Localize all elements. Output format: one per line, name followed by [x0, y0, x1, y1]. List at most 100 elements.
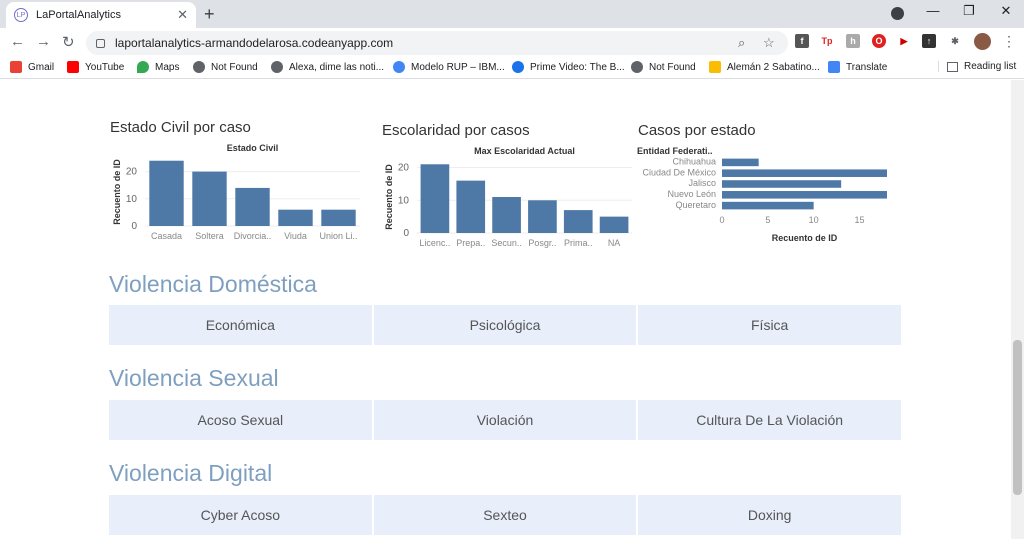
extension-upload-icon[interactable]: ↑	[922, 34, 936, 48]
card-cyber-acoso[interactable]: Cyber Acoso	[109, 495, 372, 535]
y-tick-label: 10	[126, 194, 138, 205]
x-tick-label: NA	[608, 238, 621, 248]
reading-list-button[interactable]: Reading list	[938, 61, 1016, 72]
y-tick-label: 0	[403, 228, 409, 239]
scrollbar-thumb[interactable]	[1013, 340, 1022, 495]
x-tick-label: Secun..	[491, 238, 522, 248]
section-cards-digital: Cyber Acoso Sexteo Doxing	[109, 495, 902, 535]
bookmark-maps[interactable]: Maps	[137, 61, 179, 73]
y-axis-label: Entidad Federati..	[637, 146, 713, 156]
bookmark-youtube[interactable]: YouTube	[67, 61, 124, 73]
bar-2[interactable]	[492, 197, 521, 233]
bookmark-label: Gmail	[28, 61, 55, 73]
bookmark-aleman[interactable]: Alemán 2 Sabatino...	[709, 61, 820, 73]
bar-3[interactable]	[722, 191, 887, 199]
bar-4[interactable]	[321, 209, 356, 226]
bookmark-translate[interactable]: Translate	[828, 61, 887, 73]
x-tick-label: Viuda	[284, 231, 307, 241]
zoom-icon[interactable]: ⌕	[738, 35, 745, 51]
bar-2[interactable]	[722, 180, 842, 188]
card-fisica[interactable]: Física	[638, 305, 902, 345]
bar-5[interactable]	[599, 216, 629, 233]
bar-3[interactable]	[528, 200, 557, 233]
close-tab-icon[interactable]: ✕	[177, 7, 188, 23]
category-label: Nuevo León	[667, 189, 716, 199]
chart-estado-civil: Estado Civil Recuento de ID 20 10 0 Casada Sol…	[112, 143, 360, 241]
back-icon[interactable]: ←	[10, 33, 25, 50]
extensions-puzzle-icon[interactable]: ✱	[948, 34, 962, 48]
bar-2[interactable]	[235, 187, 270, 226]
bookmark-not-found-1[interactable]: Not Found	[193, 61, 258, 73]
bookmark-star-icon[interactable]: ☆	[763, 35, 775, 51]
bar-3[interactable]	[278, 209, 313, 226]
chart-subtitle: Estado Civil	[227, 143, 279, 153]
category-label: Queretaro	[675, 200, 716, 210]
bookmark-modelo-rup[interactable]: Modelo RUP – IBM...	[393, 61, 505, 73]
x-tick-label: 5	[765, 215, 770, 225]
y-axis-label: Recuento de ID	[112, 159, 122, 225]
reading-list-label: Reading list	[964, 61, 1017, 72]
bar-0[interactable]	[722, 158, 759, 167]
y-tick-label: 20	[398, 163, 410, 174]
profile-avatar[interactable]	[974, 33, 991, 50]
card-psicologica[interactable]: Psicológica	[373, 305, 637, 345]
bookmark-prime-video[interactable]: Prime Video: The B...	[512, 61, 625, 73]
section-title-digital: Violencia Digital	[109, 460, 273, 486]
play-icon	[512, 61, 524, 73]
card-economica[interactable]: Económica	[109, 305, 372, 345]
x-tick-label: 10	[809, 215, 819, 225]
bar-4[interactable]	[563, 210, 593, 233]
bookmark-alexa[interactable]: Alexa, dime las noti...	[271, 61, 384, 73]
card-doxing[interactable]: Doxing	[638, 495, 902, 535]
browser-tab[interactable]: LP LaPortalAnalytics ✕	[6, 2, 196, 28]
x-tick-label: Soltera	[195, 231, 224, 241]
gmail-icon	[10, 61, 22, 73]
x-tick-label: Union Li..	[319, 231, 357, 241]
translate-icon	[828, 61, 840, 73]
url-text: laportalanalytics-armandodelarosa.codean…	[115, 36, 394, 50]
bookmark-not-found-2[interactable]: Not Found	[631, 61, 696, 73]
card-acoso-sexual[interactable]: Acoso Sexual	[109, 400, 372, 440]
section-cards-sexual: Acoso Sexual Violación Cultura De La Vio…	[109, 400, 902, 440]
google-icon	[393, 61, 405, 73]
globe-icon	[271, 61, 283, 73]
card-violacion[interactable]: Violación	[373, 400, 637, 440]
menu-icon[interactable]: ⋮	[1002, 33, 1016, 50]
bookmark-label: Not Found	[649, 61, 696, 73]
extension-megaphone-icon[interactable]: ▶	[897, 34, 911, 48]
card-sexteo[interactable]: Sexteo	[373, 495, 637, 535]
forward-icon[interactable]: →	[36, 33, 51, 50]
bar-0[interactable]	[420, 164, 450, 233]
extension-facebook-icon[interactable]: f	[795, 34, 809, 48]
tab-search-icon[interactable]	[891, 7, 904, 20]
tab-title: LaPortalAnalytics	[36, 9, 121, 21]
extension-opera-icon[interactable]: O	[872, 34, 886, 48]
new-tab-icon[interactable]: +	[204, 4, 215, 25]
bookmark-gmail[interactable]: Gmail	[10, 61, 54, 73]
bar-1[interactable]	[192, 171, 227, 226]
close-window-icon[interactable]: ✕	[996, 3, 1016, 19]
extension-tp-icon[interactable]: Tp	[820, 34, 834, 48]
reload-icon[interactable]: ↻	[62, 33, 75, 51]
card-cultura-violacion[interactable]: Cultura De La Violación	[638, 400, 902, 440]
bar-0[interactable]	[149, 160, 184, 226]
bar-1[interactable]	[722, 169, 887, 177]
chart-title-estado-civil: Estado Civil por caso	[110, 119, 251, 136]
bar-1[interactable]	[456, 180, 486, 233]
chart-casos-estado: Entidad Federati..ChihuahuaCiudad De Méx…	[637, 146, 887, 243]
x-tick-label: Divorcia..	[234, 231, 272, 241]
lock-icon	[96, 38, 105, 48]
restore-icon[interactable]: ❐	[959, 3, 979, 19]
address-bar[interactable]: laportalanalytics-armandodelarosa.codean…	[86, 31, 788, 55]
bar-4[interactable]	[722, 201, 814, 210]
maps-icon	[137, 61, 149, 73]
y-axis-label: Recuento de ID	[384, 164, 394, 230]
bookmark-label: Translate	[846, 61, 888, 73]
x-tick-label: 15	[854, 215, 864, 225]
bookmark-label: Alexa, dime las noti...	[289, 61, 385, 73]
bookmark-label: Maps	[155, 61, 180, 73]
extension-h-icon[interactable]: h	[846, 34, 860, 48]
browser-toolbar: ← → ↻ laportalanalytics-armandodelarosa.…	[0, 28, 1024, 57]
chart-escolaridad: Max Escolaridad Actual Recuento de ID 20 10…	[384, 146, 632, 248]
minimize-icon[interactable]: —	[923, 3, 943, 18]
